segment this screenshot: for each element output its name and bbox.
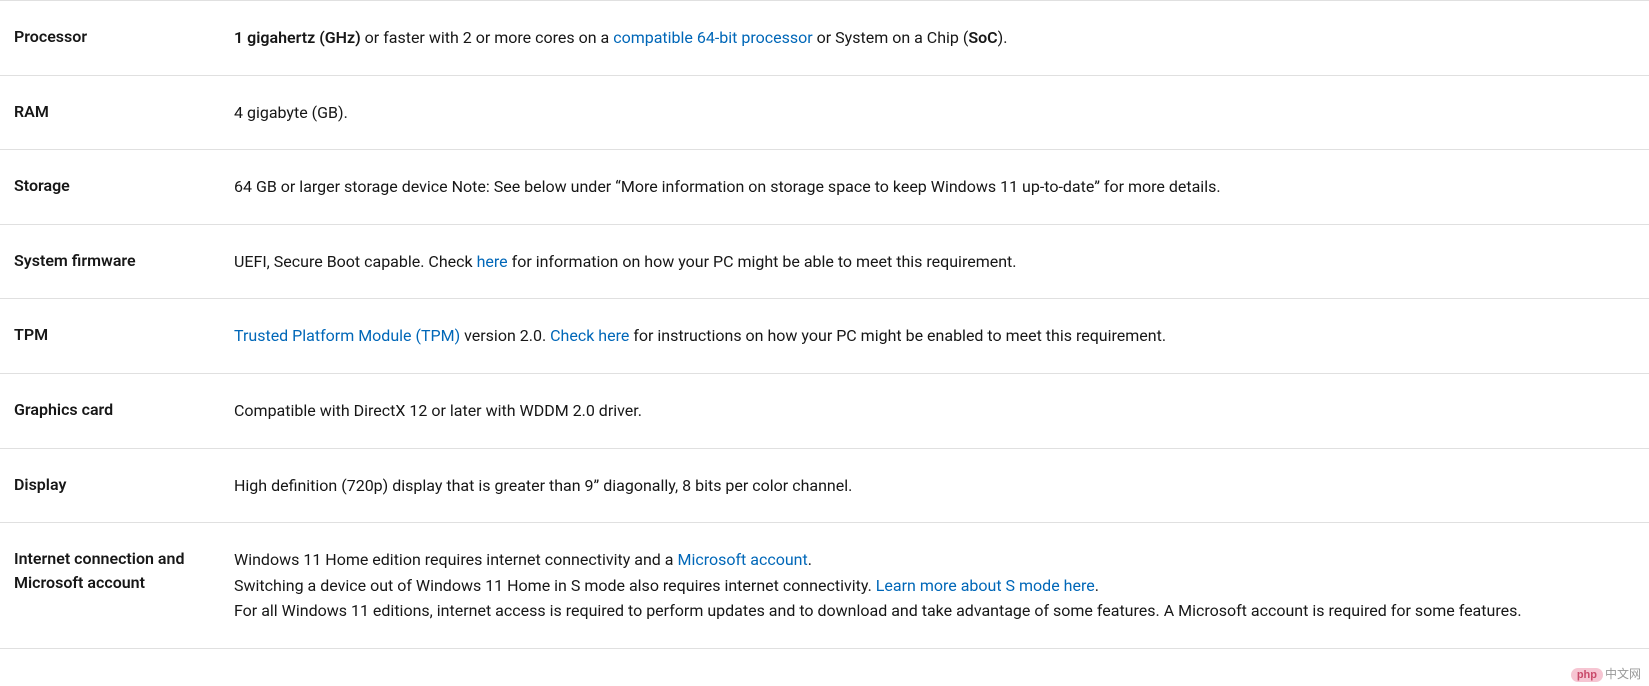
spec-text: or System on a Chip ( <box>813 28 969 47</box>
watermark-text: 中文网 <box>1605 667 1641 681</box>
spec-text: for information on how your PC might be … <box>508 252 1017 271</box>
spec-text: Switching a device out of Windows 11 Hom… <box>234 576 876 595</box>
spec-value: 4 gigabyte (GB). <box>234 100 1649 126</box>
spec-bold-text: 1 gigahertz (GHz) <box>234 28 361 47</box>
spec-text: . <box>808 550 812 569</box>
spec-text: Compatible with DirectX 12 or later with… <box>234 401 642 420</box>
spec-label: Processor <box>14 25 234 49</box>
watermark: php中文网 <box>1571 665 1641 682</box>
spec-text: Windows 11 Home edition requires interne… <box>234 550 677 569</box>
spec-label: Storage <box>14 174 234 198</box>
spec-value: Compatible with DirectX 12 or later with… <box>234 398 1649 424</box>
spec-text: UEFI, Secure Boot capable. Check <box>234 252 477 271</box>
spec-text: . <box>1095 576 1099 595</box>
spec-link[interactable]: Check here <box>550 326 629 345</box>
spec-value: Trusted Platform Module (TPM) version 2.… <box>234 323 1649 349</box>
spec-row: Graphics cardCompatible with DirectX 12 … <box>0 374 1649 449</box>
watermark-badge: php <box>1571 668 1603 682</box>
spec-text: for instructions on how your PC might be… <box>629 326 1166 345</box>
spec-text: High definition (720p) display that is g… <box>234 476 852 495</box>
spec-bold-text: SoC <box>968 28 997 47</box>
spec-row: System firmwareUEFI, Secure Boot capable… <box>0 225 1649 300</box>
spec-row: Storage64 GB or larger storage device No… <box>0 150 1649 225</box>
spec-link[interactable]: here <box>477 252 508 271</box>
spec-link[interactable]: Learn more about S mode here <box>876 576 1095 595</box>
spec-text: ). <box>998 28 1008 47</box>
spec-value: High definition (720p) display that is g… <box>234 473 1649 499</box>
spec-text: or faster with 2 or more cores on a <box>361 28 614 47</box>
spec-text: 4 gigabyte (GB). <box>234 103 348 122</box>
spec-link[interactable]: Microsoft account <box>677 550 807 569</box>
spec-text: 64 GB or larger storage device Note: See… <box>234 177 1221 196</box>
specs-table: Processor1 gigahertz (GHz) or faster wit… <box>0 0 1649 649</box>
spec-label: RAM <box>14 100 234 124</box>
spec-row: DisplayHigh definition (720p) display th… <box>0 449 1649 524</box>
spec-value: UEFI, Secure Boot capable. Check here fo… <box>234 249 1649 275</box>
spec-value: 1 gigahertz (GHz) or faster with 2 or mo… <box>234 25 1649 51</box>
spec-link[interactable]: compatible 64-bit processor <box>613 28 812 47</box>
spec-text: version 2.0. <box>460 326 550 345</box>
spec-value: Windows 11 Home edition requires interne… <box>234 547 1649 624</box>
spec-row: Processor1 gigahertz (GHz) or faster wit… <box>0 1 1649 76</box>
spec-value: 64 GB or larger storage device Note: See… <box>234 174 1649 200</box>
spec-row: TPMTrusted Platform Module (TPM) version… <box>0 299 1649 374</box>
spec-row: Internet connection and Microsoft accoun… <box>0 523 1649 649</box>
spec-label: System firmware <box>14 249 234 273</box>
spec-label: TPM <box>14 323 234 347</box>
spec-link[interactable]: Trusted Platform Module (TPM) <box>234 326 460 345</box>
spec-label: Graphics card <box>14 398 234 422</box>
spec-row: RAM4 gigabyte (GB). <box>0 76 1649 151</box>
spec-label: Display <box>14 473 234 497</box>
spec-text: For all Windows 11 editions, internet ac… <box>234 601 1522 620</box>
spec-label: Internet connection and Microsoft accoun… <box>14 547 234 595</box>
